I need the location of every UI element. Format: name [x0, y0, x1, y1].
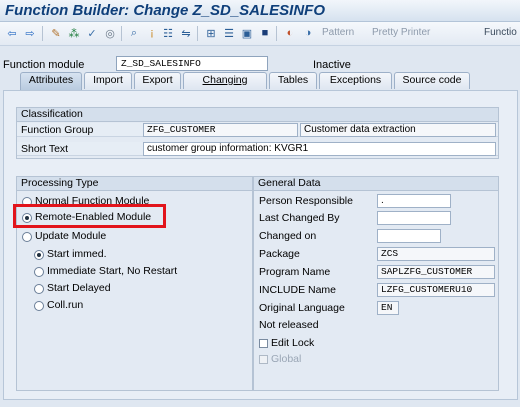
function-group-field[interactable]: ZFG_CUSTOMER	[143, 123, 298, 137]
function-module-field[interactable]: Z_SD_SALESINFO	[116, 56, 268, 71]
short-text-label: Short Text	[21, 143, 69, 155]
tab-label: Tables	[277, 74, 309, 86]
function-module-label: Function module	[3, 59, 85, 71]
classification-title: Classification	[17, 108, 498, 122]
toolbar-separator	[197, 26, 198, 41]
function-group-row: Function Group ZFG_CUSTOMER Customer dat…	[17, 123, 498, 137]
info-icon[interactable]: ¡	[144, 25, 160, 41]
radio-icon	[22, 231, 32, 242]
tab-source-code[interactable]: Source code	[394, 72, 470, 89]
radio-icon	[34, 266, 44, 277]
package-label: Package	[259, 248, 300, 260]
title-bar: Function Builder: Change Z_SD_SALESINFO	[0, 0, 520, 22]
toolbar-separator	[121, 26, 122, 41]
last-changed-by-field	[377, 211, 451, 225]
toolbar-separator	[42, 26, 43, 41]
toolbar-separator	[276, 26, 277, 41]
highlight-box	[13, 204, 166, 228]
radio-label: Start immed.	[47, 248, 107, 260]
help-icon[interactable]: ■	[257, 25, 273, 41]
test-icon[interactable]: ☰	[221, 25, 237, 41]
function-group-description: Customer data extraction	[300, 123, 496, 137]
checkbox-label: Global	[271, 353, 302, 365]
back-arrow-icon[interactable]: ⇦	[4, 25, 20, 41]
tab-label: Attributes	[28, 74, 74, 86]
edit-lock-checkbox[interactable]: Edit Lock	[259, 337, 314, 349]
status-text: Inactive	[313, 59, 351, 71]
program-name-label: Program Name	[259, 266, 331, 278]
check-icon[interactable]: ✓	[84, 25, 100, 41]
radio-icon	[34, 300, 44, 311]
last-changed-by-label: Last Changed By	[259, 212, 340, 224]
checkbox-label: Edit Lock	[271, 337, 315, 349]
radio-start-immediately[interactable]: Start immed.	[34, 248, 107, 261]
navigation-window-icon[interactable]: ⇋	[178, 25, 194, 41]
where-used-icon[interactable]: ⌕	[126, 25, 142, 41]
other-object-icon[interactable]: ⁂	[66, 25, 82, 41]
changed-on-field	[377, 229, 441, 243]
pattern-button[interactable]: Pattern	[322, 27, 354, 38]
original-language-label: Original Language	[259, 302, 345, 314]
radio-immediate-no-restart[interactable]: Immediate Start, No Restart	[34, 265, 177, 278]
pretty-printer-button[interactable]: Pretty Printer	[372, 27, 430, 38]
processing-type-title: Processing Type	[17, 177, 252, 191]
person-responsible-label: Person Responsible	[259, 195, 353, 207]
tab-export[interactable]: Export	[134, 72, 181, 89]
general-data-title: General Data	[254, 177, 498, 191]
classification-group: Classification Function Group ZFG_CUSTOM…	[16, 107, 499, 159]
tab-import[interactable]: Import	[84, 72, 132, 89]
radio-icon	[34, 283, 44, 294]
tab-label: Exceptions	[329, 74, 382, 86]
activate-icon[interactable]: ◎	[102, 25, 118, 41]
display-change-icon[interactable]: ✎	[48, 25, 64, 41]
object-list-icon[interactable]: ☷	[160, 25, 176, 41]
person-responsible-field[interactable]: .	[377, 194, 451, 208]
package-field[interactable]: ZCS	[377, 247, 495, 261]
function-group-label: Function Group	[21, 124, 94, 136]
pattern-icon[interactable]: ◑	[300, 25, 316, 41]
application-toolbar: ⇦ ⇨ ✎ ⁂ ✓ ◎ ⌕ ¡ ☷ ⇋ ⊞ ☰ ▣ ■ ◐ ◑ Pattern …	[0, 22, 520, 46]
tab-label: Source code	[402, 74, 462, 86]
program-name-field: SAPLZFG_CUSTOMER	[377, 265, 495, 279]
radio-label: Immediate Start, No Restart	[47, 265, 178, 277]
release-status-text: Not released	[259, 319, 319, 331]
tab-label: Import	[93, 74, 123, 86]
enhance-icon[interactable]: ⊞	[203, 25, 219, 41]
radio-collective-run[interactable]: Coll.run	[34, 299, 83, 312]
tab-label: Changing	[202, 74, 248, 86]
tab-label: Export	[142, 74, 173, 86]
reference-icon[interactable]: ◐	[282, 25, 298, 41]
radio-icon	[34, 249, 44, 260]
short-text-field[interactable]: customer group information: KVGR1	[143, 142, 496, 156]
radio-update-module[interactable]: Update Module	[22, 230, 106, 243]
short-text-row: Short Text customer group information: K…	[17, 142, 498, 156]
global-checkbox: Global	[259, 353, 301, 365]
checkbox-icon	[259, 338, 268, 348]
tab-changing[interactable]: Changing	[183, 72, 267, 89]
function-button[interactable]: Functio	[484, 27, 517, 38]
tab-tables[interactable]: Tables	[269, 72, 317, 89]
display-object-list-icon[interactable]: ▣	[239, 25, 255, 41]
tab-attributes[interactable]: Attributes	[20, 72, 82, 90]
radio-label: Update Module	[35, 230, 107, 242]
forward-arrow-icon[interactable]: ⇨	[22, 25, 38, 41]
tab-exceptions[interactable]: Exceptions	[319, 72, 392, 89]
include-name-field: LZFG_CUSTOMERU10	[377, 283, 495, 297]
radio-label: Coll.run	[47, 299, 84, 311]
radio-label: Start Delayed	[47, 282, 111, 294]
checkbox-icon	[259, 354, 268, 364]
window-title: Function Builder: Change Z_SD_SALESINFO	[5, 2, 326, 19]
include-name-label: INCLUDE Name	[259, 284, 337, 296]
original-language-field[interactable]: EN	[377, 301, 399, 315]
changed-on-label: Changed on	[259, 230, 317, 242]
radio-start-delayed[interactable]: Start Delayed	[34, 282, 111, 295]
